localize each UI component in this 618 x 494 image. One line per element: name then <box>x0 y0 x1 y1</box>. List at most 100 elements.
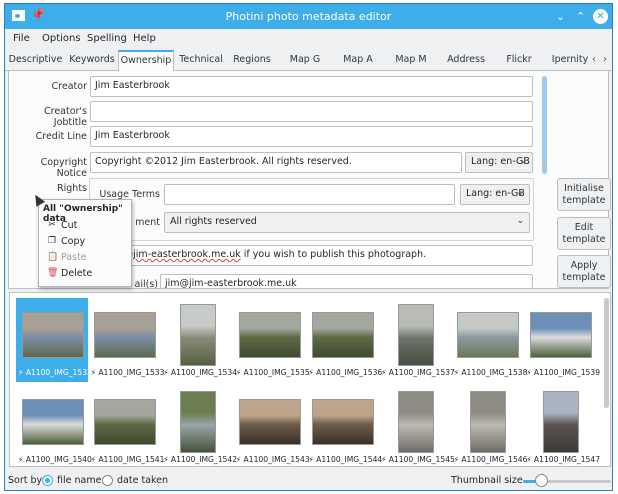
jobtitle-label: Creator's Jobtitle <box>43 106 87 128</box>
tab-flickr[interactable]: Flickr <box>499 51 539 71</box>
thumbnail-caption: ⚡ A1100_IMG_1537 <box>381 368 455 377</box>
instructions-suffix: if you wish to publish this photograph. <box>240 249 427 260</box>
creator-field[interactable]: Jim Easterbrook <box>90 76 533 97</box>
tab-address[interactable]: Address <box>441 51 491 71</box>
thumbnail-caption: ⚡ A1100_IMG_1545 <box>381 455 455 464</box>
creditline-field[interactable]: Jim Easterbrook <box>90 126 533 147</box>
photo-preview <box>542 391 579 453</box>
thumbnail-item[interactable]: ⚡ A1100_IMG_1541 <box>89 385 164 469</box>
maximize-button[interactable]: ⌃ <box>572 8 589 25</box>
email-field[interactable]: jim@jim-easterbrook.me.uk <box>160 274 533 289</box>
thumbnail-caption: ⚡ A1100_IMG_1546 <box>453 455 528 464</box>
edit-template-button[interactable]: Edit template <box>557 217 611 250</box>
tab-ownership[interactable]: Ownership <box>118 50 174 72</box>
close-button[interactable]: ✕ <box>593 9 608 24</box>
menu-help[interactable]: Help <box>133 33 156 44</box>
context-cut-label: Cut <box>61 220 78 231</box>
initialise-label-1: Initialise <box>564 183 604 194</box>
tab-map-g[interactable]: Map G <box>283 51 327 71</box>
photo-preview <box>21 399 84 445</box>
menu-file[interactable]: File <box>13 33 30 44</box>
thumbnail-caption: ⚡ A1100_IMG_1547 <box>526 455 601 464</box>
thumbnail-item[interactable]: ⚡ A1100_IMG_1545 <box>379 385 455 469</box>
thumbnail-image <box>94 304 157 366</box>
thumbnail-item[interactable]: ⚡ A1100_IMG_1538 <box>452 298 527 382</box>
thumbnail-size-handle[interactable] <box>534 474 548 487</box>
thumbnail-item[interactable]: ⚡ A1100_IMG_1543 <box>234 385 310 469</box>
photo-preview <box>397 391 434 453</box>
copy-icon: ❐ <box>47 236 57 246</box>
window-title: Photini photo metadata editor <box>225 10 392 23</box>
menu-spelling[interactable]: Spelling <box>87 33 127 44</box>
thumbnail-image <box>457 304 520 366</box>
context-delete-label: Delete <box>61 268 93 279</box>
trash-icon: 🗑 <box>47 268 59 278</box>
web-statement-select[interactable]: All rights reserved ⌄ <box>164 212 530 233</box>
thumbnail-item[interactable]: ⚡ A1100_IMG_1533 <box>89 298 164 382</box>
edit-label-2: template <box>562 234 606 245</box>
thumbnail-item[interactable]: ⚡ A1100_IMG_1537 <box>379 298 455 382</box>
thumbnail-item[interactable]: ⚡ A1100_IMG_1546 <box>452 385 527 469</box>
jobtitle-field[interactable] <box>90 101 533 122</box>
thumbnail-scrollbar[interactable] <box>604 298 609 408</box>
copyright-field[interactable]: Copyright ©2012 Jim Easterbrook. All rig… <box>90 152 462 173</box>
creditline-label: Credit Line <box>35 131 87 142</box>
thumbnail-item[interactable]: ⚡ A1100_IMG_1547 <box>524 385 600 469</box>
context-cut-item[interactable]: ✂ Cut <box>39 218 131 234</box>
thumbnail-caption: ⚡ A1100_IMG_1536 <box>308 368 383 377</box>
web-statement-value: All rights reserved <box>170 216 257 227</box>
tab-scroll-right-icon[interactable]: › <box>603 54 607 65</box>
usage-terms-field[interactable] <box>164 184 455 205</box>
sort-filename-radio[interactable] <box>42 475 53 486</box>
context-delete-item[interactable]: 🗑 Delete <box>39 266 131 282</box>
tab-ipernity[interactable]: Ipernity <box>548 51 592 71</box>
minimize-button[interactable]: ⌄ <box>552 8 569 25</box>
thumbnail-image <box>311 304 374 366</box>
tab-descriptive[interactable]: Descriptive <box>7 51 64 71</box>
thumbnail-image <box>457 391 520 453</box>
thumbnail-item[interactable]: ⚡ A1100_IMG_1544 <box>306 385 382 469</box>
tab-map-m[interactable]: Map M <box>389 51 433 71</box>
tab-scroll-left-icon[interactable]: ‹ <box>592 54 596 65</box>
thumbnail-caption: ⚡ A1100_IMG_1540 <box>18 455 92 464</box>
context-paste-item[interactable]: 📋 Paste <box>39 250 131 266</box>
copyright-lang-select[interactable]: Lang: en-GB ⌄ <box>465 152 533 173</box>
thumbnail-caption: ⚡ A1100_IMG_1535 <box>235 368 310 377</box>
paste-icon: 📋 <box>47 252 59 262</box>
sort-date-label[interactable]: date taken <box>117 475 168 486</box>
photo-preview <box>457 312 520 358</box>
panel-scrollbar[interactable] <box>542 76 547 174</box>
thumbnail-item[interactable]: ⚡ A1100_IMG_1540 <box>16 385 92 469</box>
thumbnail-image <box>21 304 84 366</box>
thumbnail-caption: ⚡ A1100_IMG_1541 <box>90 455 165 464</box>
thumbnail-item[interactable]: ⚡ A1100_IMG_1534 <box>161 298 237 382</box>
thumbnail-image <box>94 391 157 453</box>
chevron-down-icon: ⌄ <box>516 188 524 198</box>
sort-filename-label[interactable]: file name <box>57 475 101 486</box>
instructions-field[interactable]: ail jim@jim-easterbrook.me.uk if you wis… <box>90 245 533 266</box>
thumbnail-item[interactable]: ⚡ A1100_IMG_1542 <box>161 385 237 469</box>
tab-regions[interactable]: Regions <box>230 51 274 71</box>
tab-keywords[interactable]: Keywords <box>67 51 117 71</box>
thumbnail-caption: ⚡ A1100_IMG_1534 <box>163 368 238 377</box>
sort-date-radio[interactable] <box>102 475 113 486</box>
edit-label-1: Edit <box>574 222 594 233</box>
apply-template-button[interactable]: Apply template <box>557 255 611 288</box>
thumbnail-size-label: Thumbnail size <box>451 475 523 486</box>
thumbnail-item[interactable]: ⚡ A1100_IMG_1539 <box>524 298 600 382</box>
initialise-template-button[interactable]: Initialise template <box>557 178 611 211</box>
photo-preview <box>94 312 157 358</box>
thumbnail-caption: ⚡ A1100_IMG_1539 <box>526 368 601 377</box>
tab-map-a[interactable]: Map A <box>336 51 380 71</box>
thumbnail-item[interactable]: ⚡ A1100_IMG_1536 <box>306 298 382 382</box>
title-bar: 📌 Photini photo metadata editor ⌄ ⌃ ✕ <box>5 4 612 29</box>
photo-preview <box>311 312 374 358</box>
tab-technical[interactable]: Technical <box>175 51 227 71</box>
thumbnail-image <box>529 391 592 453</box>
menu-options[interactable]: Options <box>42 33 81 44</box>
thumbnail-item[interactable]: ⚡ A1100_IMG_1532 <box>16 298 92 382</box>
context-copy-item[interactable]: ❐ Copy <box>39 234 131 250</box>
photo-preview <box>311 399 374 445</box>
thumbnail-item[interactable]: ⚡ A1100_IMG_1535 <box>234 298 310 382</box>
usage-lang-select[interactable]: Lang: en-GB ⌄ <box>460 184 530 205</box>
